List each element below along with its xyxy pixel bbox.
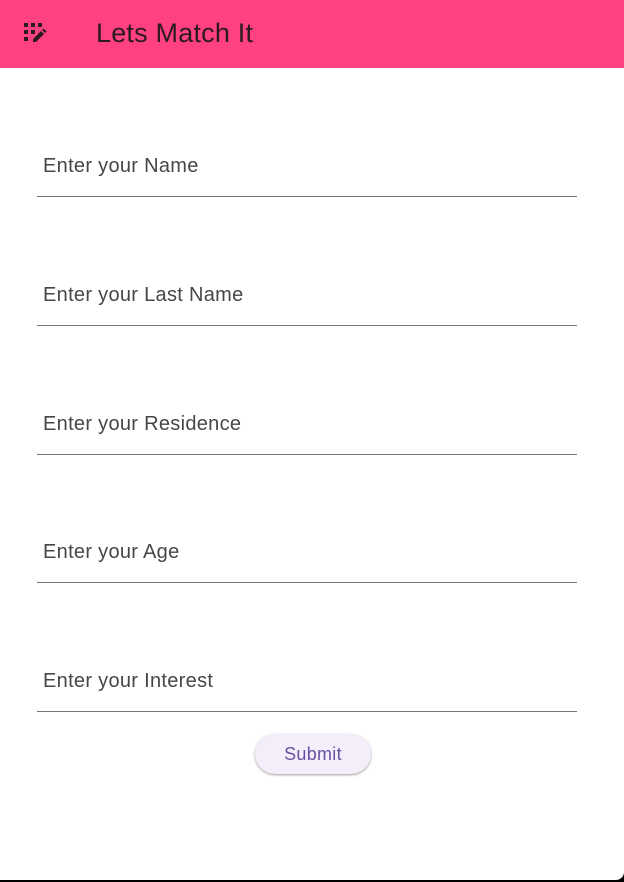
dashboard-customize-icon[interactable] (23, 22, 47, 46)
interest-input[interactable] (37, 652, 577, 711)
submit-button[interactable]: Submit (255, 734, 371, 774)
name-field[interactable] (37, 137, 577, 197)
interest-field[interactable] (37, 652, 577, 712)
last-name-input[interactable] (37, 266, 577, 325)
app-window: Lets Match It Submit (0, 0, 624, 880)
app-title: Lets Match It (96, 18, 254, 48)
name-input[interactable] (37, 137, 577, 196)
residence-input[interactable] (37, 395, 577, 454)
app-bar: Lets Match It (0, 0, 624, 68)
age-field[interactable] (37, 523, 577, 583)
residence-field[interactable] (37, 395, 577, 455)
last-name-field[interactable] (37, 266, 577, 326)
age-input[interactable] (37, 523, 577, 582)
